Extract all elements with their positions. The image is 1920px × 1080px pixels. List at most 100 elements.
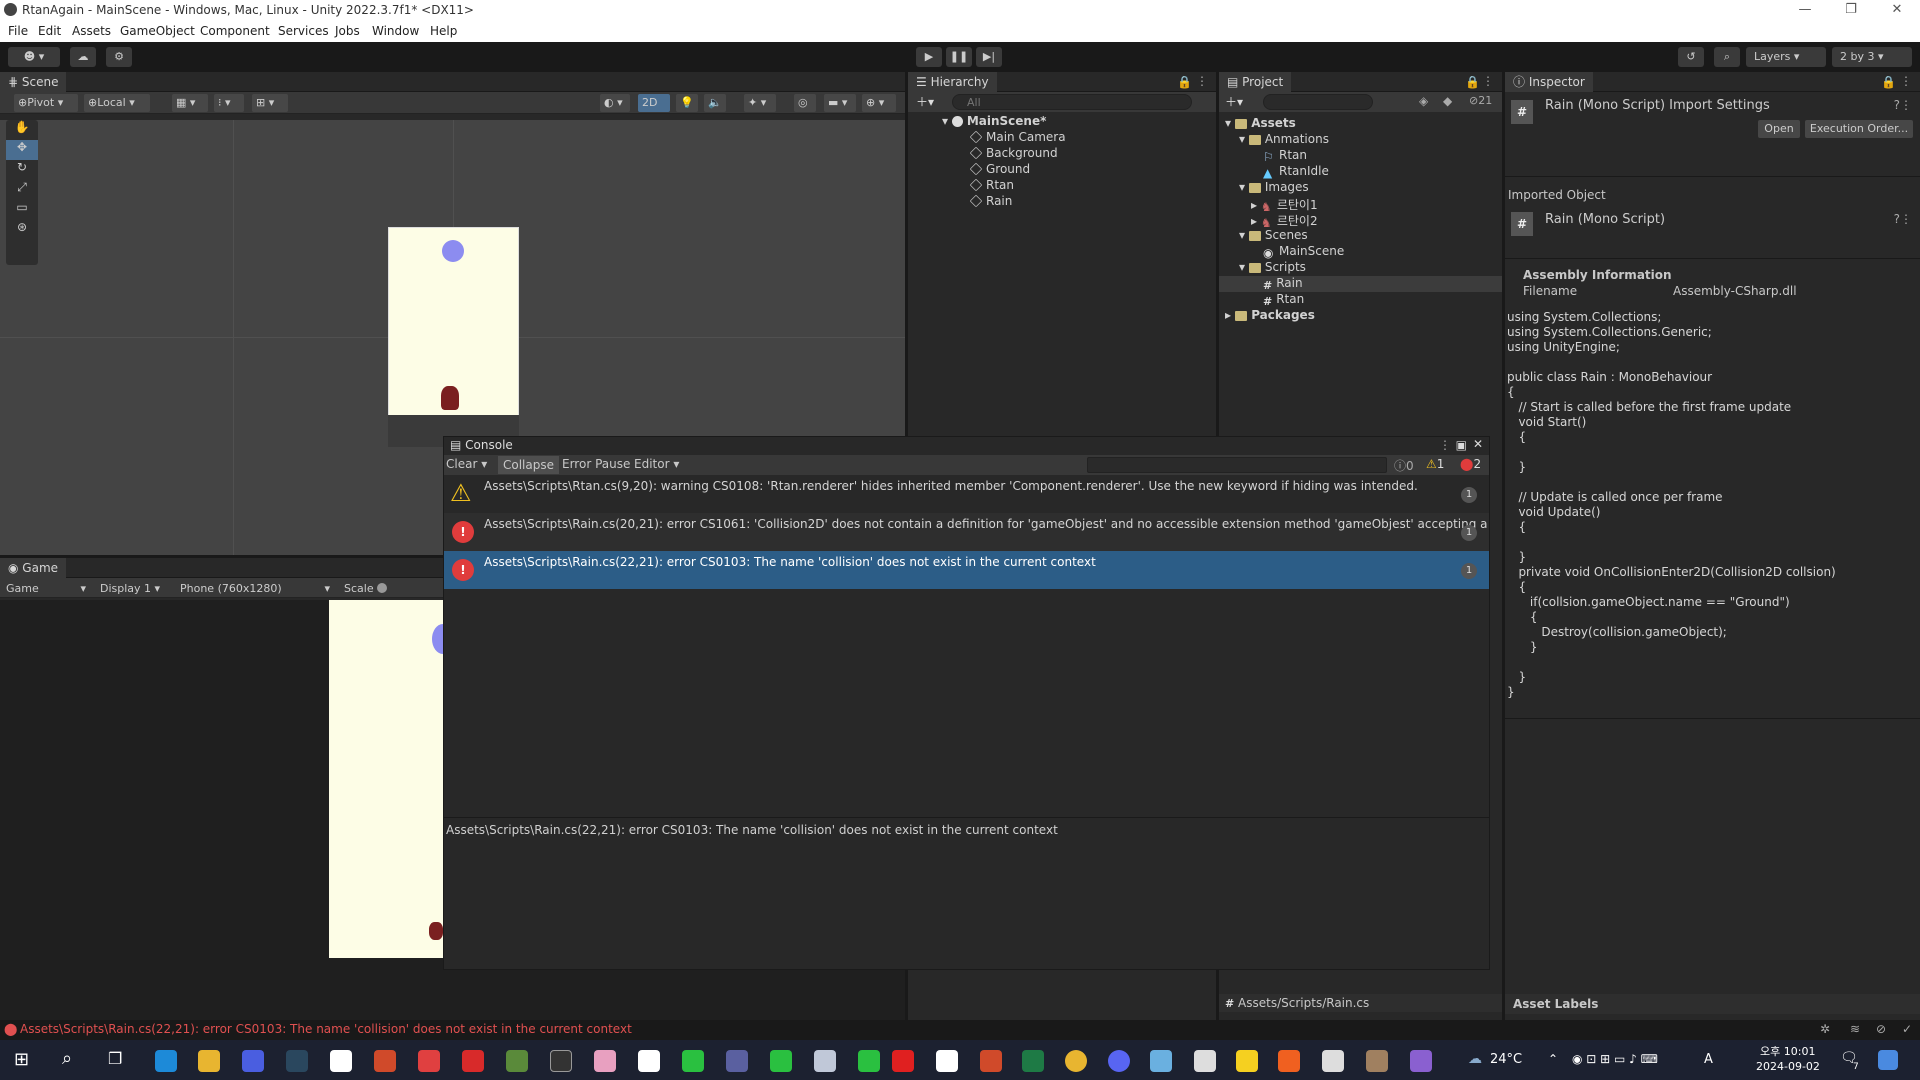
youtube-icon[interactable]	[892, 1050, 914, 1072]
filter-type-icon[interactable]: ◈	[1419, 94, 1428, 108]
menu-jobs[interactable]: Jobs	[335, 24, 360, 38]
project-item-rtan-anim[interactable]: ⚐ Rtan	[1263, 148, 1307, 164]
console-row[interactable]: ! Assets\Scripts\Rain.cs(20,21): error C…	[444, 513, 1489, 551]
weather-icon[interactable]: ☁	[1468, 1051, 1482, 1067]
menu-edit[interactable]: Edit	[38, 24, 61, 38]
debug-mode-icon[interactable]: ✲	[1820, 1022, 1830, 1036]
excel-icon[interactable]	[1022, 1050, 1044, 1072]
clock-time[interactable]: 오후 10:01	[1760, 1043, 1815, 1059]
tray-icons[interactable]: ◉ ⊡ ⊞ ▭ ♪ ⌨	[1572, 1052, 1658, 1066]
hierarchy-item-ground[interactable]: Ground	[969, 162, 1030, 176]
hierarchy-item-background[interactable]: Background	[969, 146, 1058, 160]
restore-button[interactable]: ❐	[1828, 0, 1874, 22]
cloud-icon[interactable]: ☁	[70, 47, 96, 67]
tab-inspector[interactable]: ⓘ Inspector	[1505, 72, 1593, 92]
console-maximize-icon[interactable]: ▣	[1456, 438, 1467, 452]
error-pause-toggle[interactable]: Error Pause	[562, 457, 630, 471]
unity-editor-icon[interactable]	[1322, 1050, 1344, 1072]
menu-gameobject[interactable]: GameObject	[120, 24, 195, 38]
close-window-button[interactable]: ✕	[1874, 0, 1920, 22]
hierarchy-search-input[interactable]	[952, 94, 1192, 110]
grid-snap-button[interactable]: ▦ ▾	[172, 94, 208, 112]
cache-server-icon[interactable]: ≋	[1850, 1022, 1860, 1036]
view-tool-icon[interactable]: ✋	[6, 120, 38, 140]
project-item-rtan-script[interactable]: # Rtan	[1263, 292, 1304, 308]
app-icon[interactable]	[770, 1050, 792, 1072]
app-icon[interactable]	[462, 1050, 484, 1072]
app-icon[interactable]	[1366, 1050, 1388, 1072]
menu-assets[interactable]: Assets	[72, 24, 111, 38]
menu-window[interactable]: Window	[372, 24, 419, 38]
shading-mode-button[interactable]: ◐ ▾	[600, 94, 630, 112]
hierarchy-item-rain[interactable]: Rain	[969, 194, 1012, 208]
project-more-icon[interactable]: ⋮	[1482, 74, 1494, 88]
open-button[interactable]: Open	[1758, 120, 1800, 138]
project-add-button[interactable]: ＋▾	[1225, 93, 1243, 110]
project-folder-scripts[interactable]: ▾ Scripts	[1239, 260, 1306, 274]
project-folder-scenes[interactable]: ▾ Scenes	[1239, 228, 1308, 242]
hierarchy-item-rtan[interactable]: Rtan	[969, 178, 1014, 192]
project-folder-packages[interactable]: ▸ Packages	[1225, 308, 1315, 322]
scale-tool-icon[interactable]: ⤢	[6, 180, 38, 200]
app-icon[interactable]	[1150, 1050, 1172, 1072]
clock-date[interactable]: 2024-09-02	[1756, 1060, 1820, 1073]
auto-generate-lighting-icon[interactable]: ⊘	[1876, 1022, 1886, 1036]
console-split-divider[interactable]	[444, 817, 1489, 818]
tray-chevron-icon[interactable]: ⌃	[1548, 1052, 1558, 1066]
transform-tool-icon[interactable]: ⊛	[6, 220, 38, 240]
app-icon[interactable]	[242, 1050, 264, 1072]
search-icon[interactable]: ⌕	[1714, 47, 1740, 67]
app-icon[interactable]	[418, 1050, 440, 1072]
app-icon[interactable]	[1278, 1050, 1300, 1072]
step-button[interactable]: ▶|	[976, 47, 1002, 67]
project-item-image2[interactable]: ▸ ♞ 르탄이2	[1251, 212, 1318, 230]
app-icon[interactable]	[638, 1050, 660, 1072]
inspector-more-icon[interactable]: ⋮	[1900, 74, 1912, 88]
console-row[interactable]: ⚠ Assets\Scripts\Rtan.cs(9,20): warning …	[444, 475, 1489, 513]
tab-game[interactable]: ◉ Game	[0, 558, 67, 578]
execution-order-button[interactable]: Execution Order...	[1805, 120, 1913, 138]
collapse-toggle[interactable]: Collapse	[498, 456, 559, 474]
kakaotalk-icon[interactable]	[1236, 1050, 1258, 1072]
windows-start-icon[interactable]: ⊞	[14, 1049, 29, 1070]
file-explorer-icon[interactable]	[198, 1050, 220, 1072]
effects-toggle[interactable]: ✦ ▾	[744, 94, 776, 112]
gizmos-button[interactable]: ⊕ ▾	[862, 94, 896, 112]
project-item-mainscene[interactable]: ◉ MainScene	[1263, 244, 1344, 260]
play-button[interactable]: ▶	[916, 47, 942, 67]
pivot-toggle[interactable]: ⊕Pivot ▾	[14, 94, 78, 112]
taskbar-search-icon[interactable]: ⌕	[62, 1048, 72, 1069]
rotate-tool-icon[interactable]: ↻	[6, 160, 38, 180]
lock-icon[interactable]: 🔒	[1177, 75, 1192, 89]
app-icon[interactable]	[936, 1050, 958, 1072]
tab-scene[interactable]: ⋕ Scene	[0, 72, 67, 92]
project-search-input[interactable]	[1263, 94, 1373, 110]
notes-icon[interactable]	[330, 1050, 352, 1072]
tab-hierarchy[interactable]: ☰ Hierarchy	[908, 72, 997, 92]
project-item-image1[interactable]: ▸ ♞ 르탄이1	[1251, 196, 1318, 214]
hidden-objects-toggle[interactable]: ◎	[794, 94, 816, 112]
app-icon[interactable]	[726, 1050, 748, 1072]
warning-count-toggle[interactable]: ⚠1	[1426, 457, 1444, 471]
minimize-button[interactable]: —	[1782, 0, 1828, 22]
status-bar[interactable]: ⬤ Assets\Scripts\Rain.cs(22,21): error C…	[0, 1020, 1920, 1040]
menu-services[interactable]: Services	[278, 24, 329, 38]
audio-toggle[interactable]: 🔈	[704, 94, 726, 112]
camera-settings-button[interactable]: ▬ ▾	[824, 94, 856, 112]
history-icon[interactable]: ↺	[1678, 47, 1704, 67]
move-tool-icon[interactable]: ✥	[6, 140, 38, 160]
object-help-icon[interactable]: ?⋮	[1894, 212, 1912, 226]
layout-dropdown[interactable]: 2 by 3 ▾	[1832, 47, 1912, 67]
ime-indicator[interactable]: A	[1704, 1052, 1713, 1067]
layers-dropdown[interactable]: Layers ▾	[1746, 47, 1826, 67]
inspector-help-icon[interactable]: ?⋮	[1894, 98, 1912, 112]
console-row-selected[interactable]: ! Assets\Scripts\Rain.cs(22,21): error C…	[444, 551, 1489, 589]
console-more-icon[interactable]: ⋮	[1439, 438, 1451, 452]
editor-dropdown[interactable]: Editor ▾	[634, 457, 679, 471]
steam-icon[interactable]	[286, 1050, 308, 1072]
clear-button[interactable]: Clear ▾	[446, 457, 487, 471]
scale-slider[interactable]: Scale	[340, 580, 440, 598]
hierarchy-item-main-camera[interactable]: Main Camera	[969, 130, 1066, 144]
account-button[interactable]: ☻ ▾	[8, 47, 60, 67]
info-count-toggle[interactable]: ⓘ0	[1394, 457, 1414, 474]
